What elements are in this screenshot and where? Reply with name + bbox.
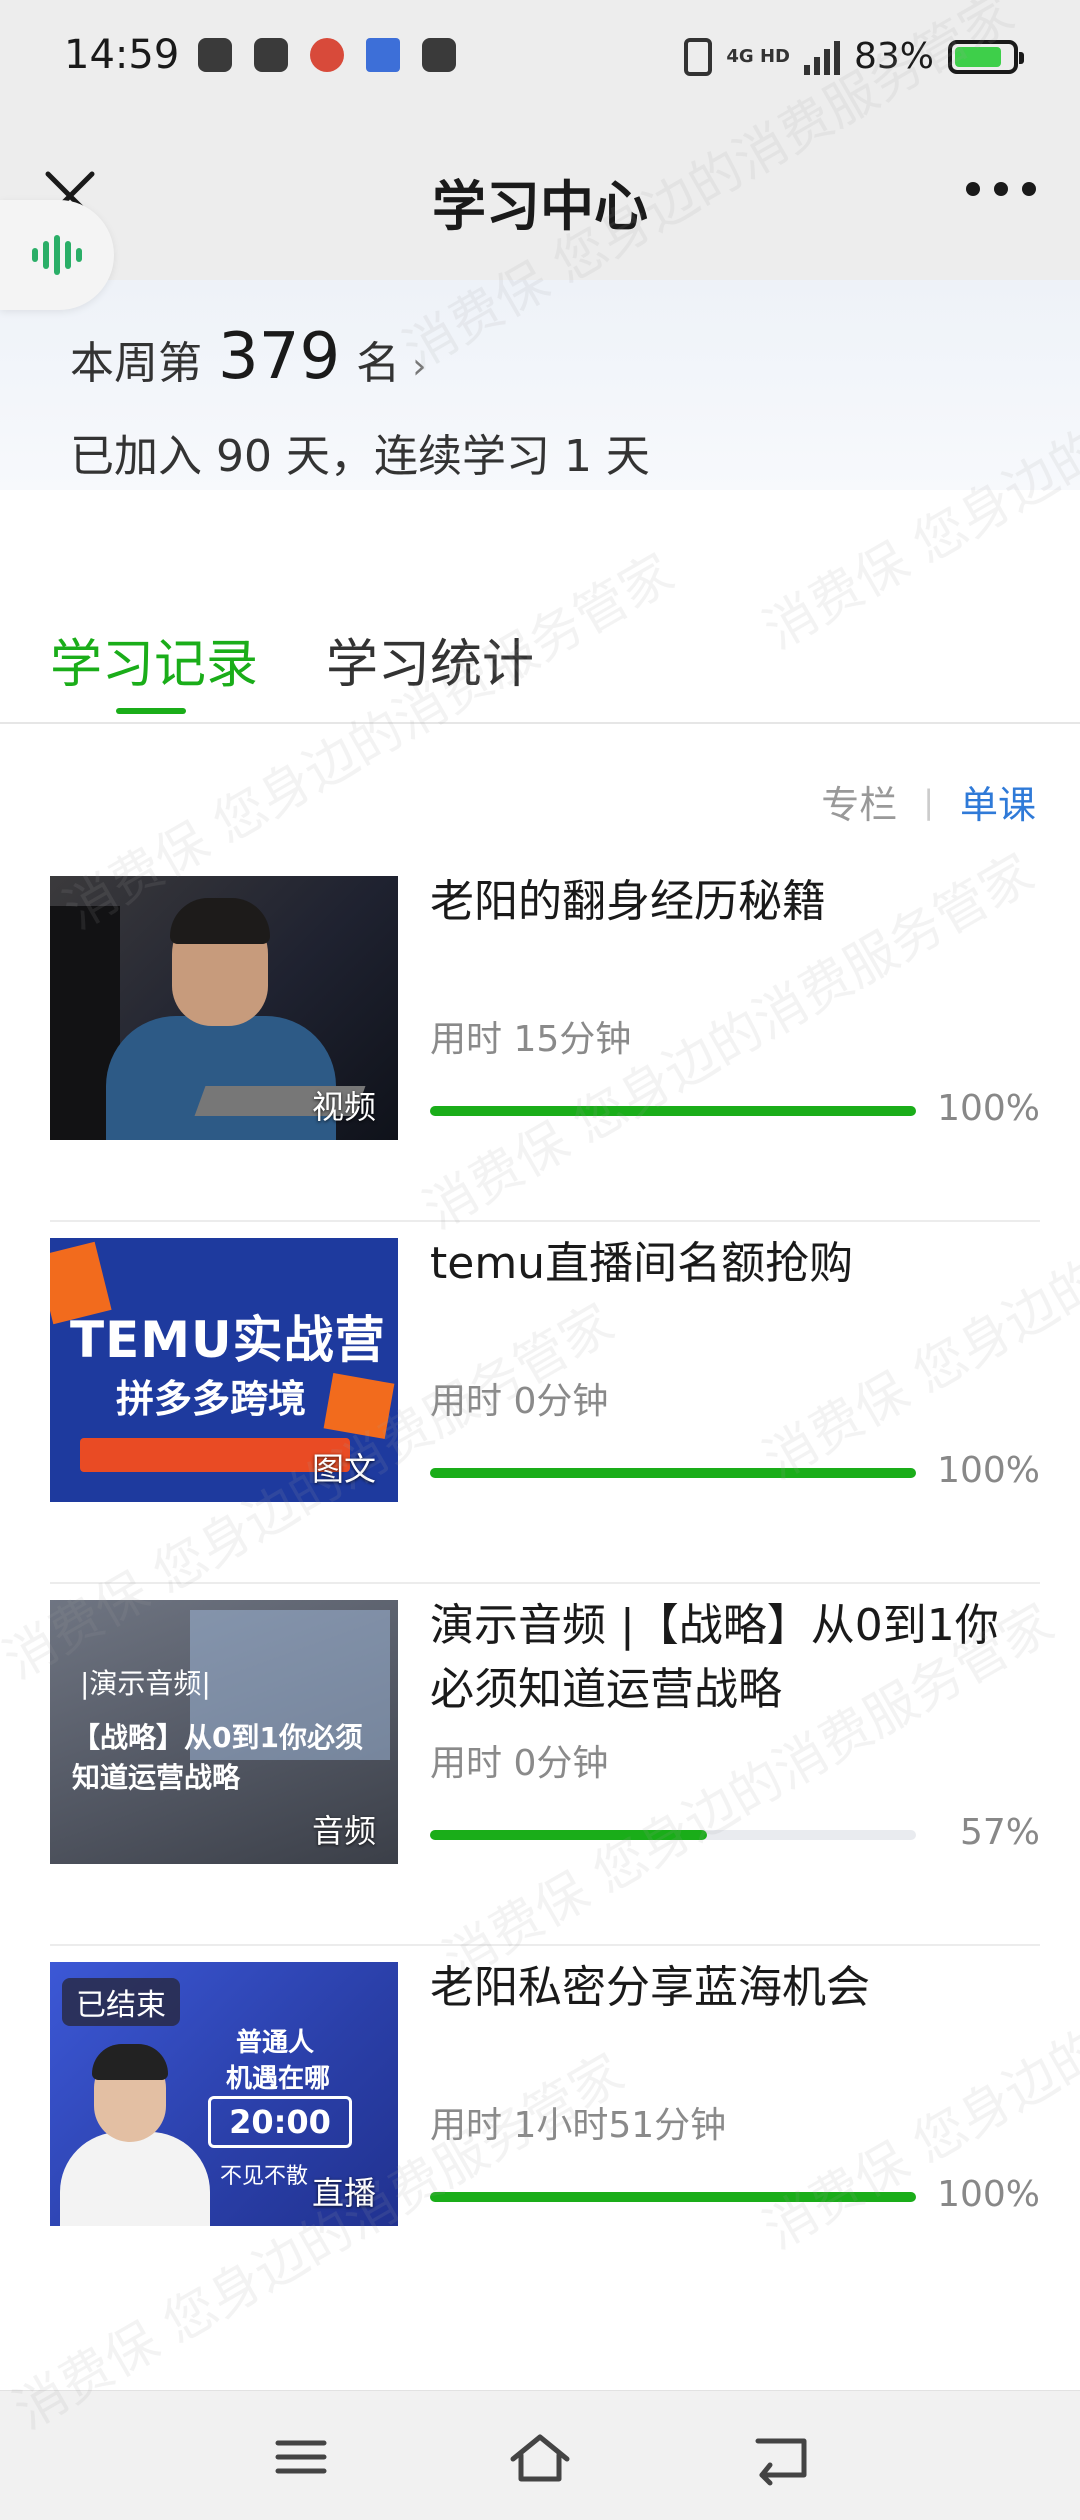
- chevron-right-icon: ›: [412, 346, 427, 387]
- network-label: 4G HD: [726, 45, 790, 67]
- header: 学习中心: [0, 120, 1080, 280]
- progress-bar: [430, 1468, 916, 1478]
- thumbnail-art: [170, 898, 270, 944]
- course-type-label: 图文: [311, 1450, 376, 1488]
- more-icon[interactable]: [966, 182, 1036, 196]
- voice-float-button[interactable]: [0, 200, 114, 310]
- music-icon: [198, 38, 232, 72]
- thumbnail-art: [80, 1438, 350, 1472]
- thumbnail-art: [92, 2044, 168, 2080]
- course-item[interactable]: |演示音频| 【战略】从0到1你必须知道运营战略 音频 演示音频 |【战略】从0…: [50, 1584, 1040, 1946]
- course-title[interactable]: 老阳的翻身经历秘籍: [430, 870, 1030, 934]
- summary-card: 本周第 379 名 › 已加入 90 天，连续学习 1 天: [0, 280, 1080, 490]
- progress-percent: 100%: [937, 1088, 1040, 1129]
- progress-bar: [430, 2192, 916, 2202]
- thumbnail-art: [106, 1016, 336, 1140]
- rank-number: 379: [218, 320, 341, 394]
- signal-icon: [803, 39, 840, 75]
- course-thumbnail[interactable]: |演示音频| 【战略】从0到1你必须知道运营战略 音频: [50, 1600, 398, 1864]
- course-title[interactable]: 演示音频 |【战略】从0到1你必须知道运营战略: [430, 1594, 1030, 1722]
- tab-bar: 学习记录 学习统计: [0, 600, 1080, 724]
- page-title: 学习中心: [432, 175, 648, 238]
- thumbnail-art: [60, 2132, 210, 2226]
- app-icon: [366, 38, 400, 72]
- course-duration: 用时 0分钟: [430, 1743, 609, 1784]
- battery-percent: 83%: [853, 36, 934, 77]
- thumbnail-text: |演示音频|: [80, 1667, 211, 1700]
- status-bar: 14:59 4G HD 83%: [0, 0, 1080, 120]
- course-filter: 专栏 | 单课: [821, 774, 1036, 829]
- course-list: 视频 老阳的翻身经历秘籍 用时 15分钟 100% TEMU实战营 拼多多跨境 …: [50, 860, 1040, 2308]
- rank-prefix: 本周第: [70, 338, 202, 389]
- thumbnail-text: 【战略】从0到1你必须知道运营战略: [72, 1721, 363, 1794]
- progress-percent: 100%: [937, 2174, 1040, 2215]
- vibrate-icon: [684, 37, 713, 76]
- course-thumbnail[interactable]: 普通人 机遇在哪 20:00 不见不散 已结束 直播: [50, 1962, 398, 2226]
- progress-fill: [430, 1468, 916, 1478]
- maps-icon: [310, 38, 344, 72]
- thumbnail-text: 20:00: [208, 2096, 352, 2148]
- thumbnail-text: TEMU实战营: [70, 1311, 386, 1369]
- filter-column-button[interactable]: 专栏: [821, 774, 897, 829]
- rank-suffix: 名: [356, 338, 401, 389]
- filter-divider: |: [923, 782, 934, 821]
- course-type-label: 直播: [311, 2174, 376, 2212]
- course-title[interactable]: 老阳私密分享蓝海机会: [430, 1956, 1030, 2020]
- course-duration: 用时 1小时51分钟: [430, 2105, 727, 2146]
- course-type-label: 音频: [311, 1812, 376, 1850]
- progress-bar: [430, 1106, 916, 1116]
- battery-icon: [948, 39, 1024, 74]
- progress-percent: 100%: [937, 1450, 1040, 1491]
- tab-learning-records[interactable]: 学习记录: [50, 622, 258, 697]
- course-item[interactable]: 普通人 机遇在哪 20:00 不见不散 已结束 直播 老阳私密分享蓝海机会 用时…: [50, 1946, 1040, 2308]
- course-thumbnail[interactable]: 视频: [50, 876, 398, 1140]
- course-item[interactable]: TEMU实战营 拼多多跨境 图文 temu直播间名额抢购 用时 0分钟 100%: [50, 1222, 1040, 1584]
- course-item[interactable]: 视频 老阳的翻身经历秘籍 用时 15分钟 100%: [50, 860, 1040, 1222]
- back-icon[interactable]: [748, 2427, 818, 2487]
- thumbnail-art: [323, 1373, 395, 1439]
- thumbnail-text: 拼多多跨境: [116, 1377, 307, 1421]
- tab-learning-stats[interactable]: 学习统计: [326, 622, 534, 697]
- battery-fill: [955, 46, 1002, 67]
- thumbnail-text: 机遇在哪: [226, 2064, 331, 2094]
- home-icon[interactable]: [505, 2427, 575, 2487]
- progress-bar: [430, 1830, 916, 1840]
- thumbnail-text: 不见不散: [220, 2164, 309, 2189]
- joined-streak-text: 已加入 90 天，连续学习 1 天: [70, 431, 650, 482]
- progress-fill: [430, 2192, 916, 2202]
- system-nav-bar: [0, 2390, 1080, 2520]
- active-tab-indicator: [116, 708, 186, 714]
- weekly-rank[interactable]: 本周第 379 名 ›: [70, 320, 427, 394]
- course-duration: 用时 15分钟: [430, 1019, 632, 1060]
- course-type-label: 视频: [311, 1088, 376, 1126]
- course-title[interactable]: temu直播间名额抢购: [430, 1232, 1030, 1296]
- course-thumbnail[interactable]: TEMU实战营 拼多多跨境 图文: [50, 1238, 398, 1502]
- progress-fill: [430, 1106, 916, 1116]
- voice-wave-icon: [32, 235, 82, 275]
- filter-single-button[interactable]: 单课: [960, 774, 1036, 829]
- course-duration: 用时 0分钟: [430, 1381, 609, 1422]
- status-indicators: 4G HD 83%: [684, 36, 1024, 77]
- clock-app-icon: [422, 38, 456, 72]
- thumbnail-text: 普通人: [236, 2028, 315, 2058]
- status-time: 14:59: [64, 32, 180, 78]
- progress-percent: 57%: [959, 1812, 1040, 1853]
- status-app-icons: [198, 38, 456, 72]
- progress-fill: [430, 1830, 708, 1840]
- menu-icon[interactable]: [266, 2427, 336, 2487]
- live-ended-badge: 已结束: [62, 1978, 180, 2026]
- wechat-icon: [254, 38, 288, 72]
